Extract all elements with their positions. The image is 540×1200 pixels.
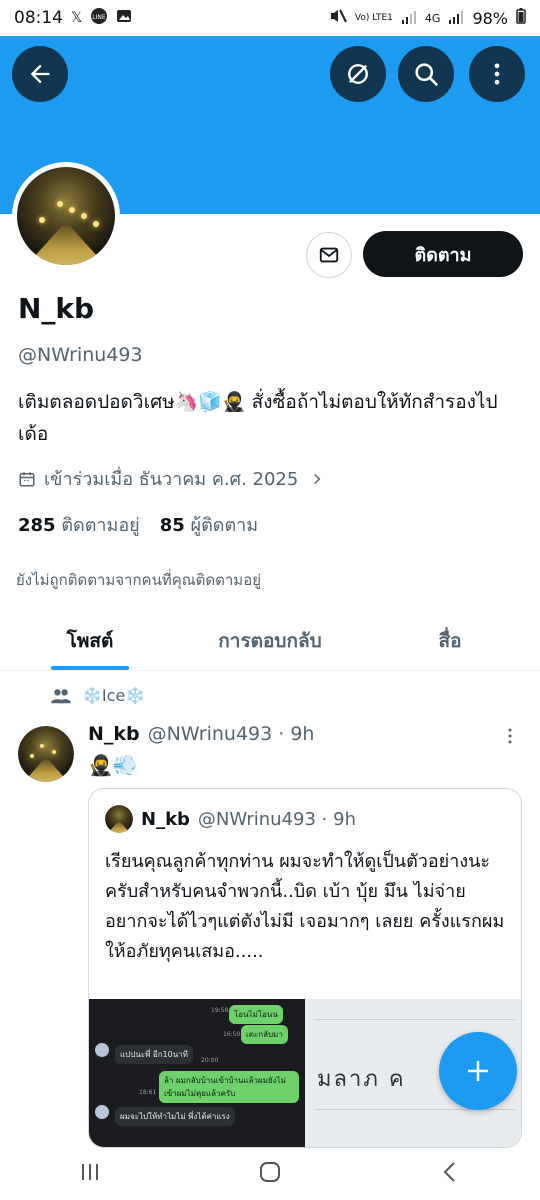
chat-time: 20:00 xyxy=(201,1057,219,1064)
system-nav-bar xyxy=(0,1148,540,1200)
quoted-author-handle: @NWrinu493 · 9h xyxy=(197,808,356,830)
chat-bubble: ล้า ผมกลับบ้านเข้าบ้านแล้วผมยังไม่เข้าผม… xyxy=(159,1071,299,1103)
home-icon xyxy=(260,1162,280,1182)
profile-avatar[interactable] xyxy=(12,162,120,270)
back-arrow-icon xyxy=(30,64,50,84)
post-more-button[interactable] xyxy=(500,726,520,751)
joined-date[interactable]: เข้าร่วมเมื่อ ธันวาคม ค.ศ. 2025 xyxy=(18,464,324,493)
chat-bubble: ผมจะไปให้ทำไมไม่ พึ่งได้ค่าแรง xyxy=(115,1107,235,1126)
home-button[interactable] xyxy=(257,1159,283,1189)
tab-replies[interactable]: การตอบกลับ xyxy=(180,612,360,670)
following-link[interactable]: 285 ติดตามอยู่ xyxy=(18,510,140,539)
chat-time: 16:50 xyxy=(223,1031,241,1038)
battery-level: 98% xyxy=(472,8,508,28)
chevron-right-icon xyxy=(314,473,321,484)
back-button[interactable] xyxy=(12,46,68,102)
quoted-image-chat-screenshot[interactable]: โอนไม่โอนน 19:58 เตะกลับมา 16:50 แปปนะพี… xyxy=(89,999,305,1147)
chevron-left-icon xyxy=(443,1162,455,1182)
chat-bubble: โอนไม่โอนน xyxy=(229,1005,283,1024)
post-avatar-image xyxy=(18,726,74,782)
line-app-icon: LINE xyxy=(90,7,108,29)
chat-time: 18:61 xyxy=(139,1089,157,1096)
x-app-icon: 𝕏 xyxy=(71,10,83,26)
mute-icon xyxy=(329,8,347,28)
more-options-button[interactable] xyxy=(469,46,525,102)
more-vertical-icon xyxy=(494,63,500,85)
svg-text:LINE: LINE xyxy=(93,14,107,21)
community-icon xyxy=(51,688,71,703)
quoted-avatar xyxy=(105,805,133,833)
following-label: ติดตามอยู่ xyxy=(61,515,140,536)
signal-icon-2 xyxy=(448,9,464,28)
chat-time: 19:58 xyxy=(211,1007,229,1014)
system-back-button[interactable] xyxy=(437,1159,463,1189)
quoted-post-text: เรียนคุณลูกค้าทุกท่าน ผมจะทำให้ดูเป็นตัว… xyxy=(105,851,505,962)
followers-link[interactable]: 85 ผู้ติดตาม xyxy=(160,510,258,539)
profile-bio: เติมตลอดปอดวิเศษ🦄🧊🥷 สั่งซื้อถ้าไม่ตอบให้… xyxy=(18,391,498,445)
battery-icon xyxy=(516,8,526,28)
recent-apps-icon xyxy=(82,1164,98,1180)
search-button[interactable] xyxy=(398,46,454,102)
recent-apps-button[interactable] xyxy=(77,1159,103,1189)
chat-avatar xyxy=(95,1105,109,1119)
profile-handle: @NWrinu493 xyxy=(18,344,143,366)
profile-name: N_kb xyxy=(18,292,95,325)
chat-avatar xyxy=(95,1043,109,1057)
compose-button[interactable] xyxy=(439,1032,517,1110)
followers-count: 85 xyxy=(159,515,185,536)
followers-label: ผู้ติดตาม xyxy=(190,515,259,536)
post-author-handle[interactable]: @NWrinu493 · 9h xyxy=(148,723,315,745)
quoted-avatar-image xyxy=(105,805,133,833)
profile-tabs: โพสต์ การตอบกลับ สื่อ xyxy=(0,612,540,671)
signal-icon xyxy=(401,9,417,28)
follow-button[interactable]: ติดตาม xyxy=(363,231,523,277)
joined-text: เข้าร่วมเมื่อ ธันวาคม ค.ศ. 2025 xyxy=(44,469,299,490)
chat-bubble: แปปนะพี่ อีก10นาที xyxy=(115,1045,193,1064)
avatar-image xyxy=(17,167,115,265)
post-text: 🥷💨 xyxy=(88,753,138,777)
gallery-icon xyxy=(116,8,132,28)
envelope-icon xyxy=(319,247,339,263)
post-header: N_kb @NWrinu493 · 9h xyxy=(88,723,314,745)
doc-line xyxy=(315,1019,515,1020)
message-button[interactable] xyxy=(306,232,352,278)
slash-circle-icon xyxy=(348,64,368,84)
follow-counts: 285 ติดตามอยู่ 85 ผู้ติดตาม xyxy=(18,510,258,539)
following-count: 285 xyxy=(18,515,56,536)
post-community[interactable]: ❄️Ice❄️ xyxy=(50,686,145,705)
tab-posts[interactable]: โพสต์ xyxy=(0,612,180,670)
post-avatar[interactable] xyxy=(18,726,74,782)
more-vertical-icon xyxy=(508,728,512,744)
status-bar: 08:14 𝕏 LINE Vo) LTE1 4G 98% xyxy=(0,0,540,36)
network-type: 4G xyxy=(424,11,441,25)
doc-text: มลาภ ค xyxy=(317,1067,406,1092)
quoted-author-name: N_kb xyxy=(141,808,190,830)
plus-icon xyxy=(468,1061,488,1081)
not-followed-note: ยังไม่ถูกติดตามจากคนที่คุณติดตามอยู่ xyxy=(16,571,261,589)
calendar-icon xyxy=(19,471,35,486)
tab-media[interactable]: สื่อ xyxy=(360,612,540,670)
grok-button[interactable] xyxy=(330,46,386,102)
quoted-post-header: N_kb @NWrinu493 · 9h xyxy=(105,805,356,833)
chat-bubble: เตะกลับมา xyxy=(241,1025,288,1044)
post-author-name[interactable]: N_kb xyxy=(88,723,140,745)
status-time: 08:14 xyxy=(14,8,63,28)
volte-indicator: Vo) LTE1 xyxy=(354,12,393,23)
community-name: ❄️Ice❄️ xyxy=(82,686,146,705)
search-icon xyxy=(415,63,438,86)
